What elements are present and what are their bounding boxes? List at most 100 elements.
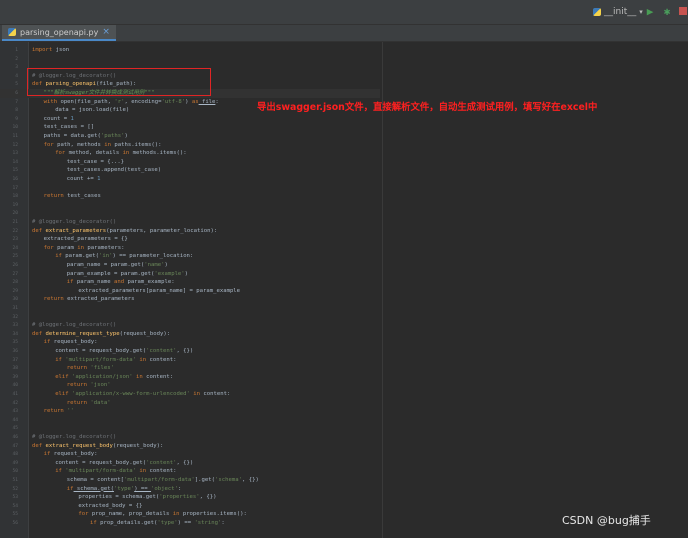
- code-token: prop_details.get(: [96, 520, 158, 526]
- code-token: extracted_body = {}: [78, 502, 143, 509]
- code-token: extract_request_body: [42, 442, 113, 449]
- code-token: def: [32, 227, 43, 234]
- code-token: 'paths': [100, 133, 125, 139]
- code-token: 'utf-8': [161, 98, 186, 105]
- code-editor[interactable]: 1 import json 2 3 4 # @logger.log_decorator()…: [0, 42, 688, 538]
- code-token: content:: [142, 373, 174, 380]
- code-token: 'multipart/form-data': [124, 477, 195, 483]
- code-token: in: [132, 373, 143, 380]
- code-token: test_cases = []: [43, 124, 95, 131]
- annotation-text: 导出swagger.json文件，直接解析文件，自动生成测试用例，填写好在exc…: [257, 102, 598, 113]
- code-token: extracted_parameters[param_name] = param…: [78, 287, 241, 294]
- tab-file-name: parsing_openapi.py: [20, 27, 99, 37]
- code-token: count +=: [66, 176, 98, 182]
- code-token: extracted_parameters = {}: [43, 236, 128, 243]
- code-token: path, methods: [53, 141, 105, 148]
- code-token: param.get(: [61, 253, 99, 260]
- highlight-box: [27, 68, 211, 96]
- code-token: 'multipart/form-data': [61, 468, 137, 475]
- code-token: if: [55, 253, 62, 260]
- code-token: 'example': [154, 270, 185, 277]
- code-token: 'schema': [215, 477, 242, 483]
- code-token: 'object': [151, 485, 178, 492]
- code-token: return: [43, 408, 64, 415]
- code-token: :: [221, 520, 225, 526]
- right-margin-guide: [382, 42, 383, 538]
- code-token: methods.items():: [129, 150, 187, 157]
- code-token: return: [66, 382, 88, 389]
- code-token: for: [43, 244, 54, 251]
- code-token: extracted_parameters: [63, 296, 135, 303]
- code-token: ].get(: [194, 477, 216, 483]
- code-token: for: [78, 511, 89, 518]
- editor-tab-bar: parsing_openapi.py ×: [0, 25, 688, 42]
- code-token: # @logger.log_decorator(): [32, 219, 117, 225]
- code-token: param_example = param.get(: [66, 270, 155, 277]
- code-token: def: [32, 442, 43, 449]
- code-token: 'r': [114, 98, 125, 105]
- code-token: schema = content[: [66, 477, 125, 483]
- code-token: method, details: [65, 150, 123, 157]
- run-configuration-selector[interactable]: __init__ ▾: [593, 5, 643, 19]
- code-line[interactable]: 56 if prop_details.get('type') == 'string…: [0, 519, 380, 528]
- code-token: in: [136, 468, 147, 475]
- debug-icon[interactable]: ✱: [660, 5, 674, 19]
- code-token: (parameters, parameter_location):: [106, 227, 218, 234]
- code-token: if: [66, 279, 74, 286]
- code-token: , {}): [176, 459, 194, 466]
- code-token: 1: [97, 176, 101, 182]
- code-token: ) ==: [177, 520, 195, 526]
- code-token: if: [55, 356, 62, 363]
- code-token: , {}): [176, 348, 194, 354]
- run-config-label: __init__: [604, 7, 637, 17]
- stop-icon[interactable]: [676, 5, 688, 19]
- code-token: 'content': [146, 348, 177, 354]
- code-token: return: [43, 193, 64, 200]
- code-token: open(file_path,: [57, 98, 115, 105]
- code-token: 'json': [87, 382, 111, 389]
- code-token: ): [124, 133, 128, 139]
- code-token: with: [43, 98, 58, 105]
- code-token: import: [32, 47, 53, 53]
- code-token: determine_request_type: [42, 330, 120, 337]
- code-token: content = request_body.get(: [55, 348, 147, 354]
- code-token: param: [53, 244, 78, 251]
- code-token: , {}): [199, 494, 217, 501]
- toolbar: __init__ ▾ ▶ ✱: [0, 0, 688, 25]
- code-token: 'name': [144, 262, 165, 268]
- code-token: content = request_body.get(: [55, 459, 147, 466]
- code-token: return: [66, 399, 88, 406]
- code-token: ) == parameter_location:: [112, 253, 194, 260]
- code-token: def: [32, 330, 43, 337]
- code-token: param_example:: [124, 279, 175, 286]
- code-token: :: [177, 485, 182, 492]
- code-token: 'application/json': [68, 373, 133, 380]
- line-number: 56: [12, 521, 18, 526]
- code-token: if: [90, 520, 97, 526]
- code-token: 'multipart/form-data': [61, 356, 137, 363]
- code-token: prop_name, prop_details: [88, 511, 173, 518]
- code-token: paths = data.get(: [43, 133, 101, 139]
- code-token: 'application/x-www-form-urlencoded': [68, 391, 190, 397]
- code-token: ): [184, 270, 189, 277]
- run-icon[interactable]: ▶: [643, 5, 657, 19]
- code-token: count =: [43, 115, 71, 122]
- code-token: '': [63, 408, 74, 415]
- code-token: paths.items():: [110, 141, 162, 148]
- code-token: # @logger.log_decorator(): [32, 434, 117, 440]
- code-token: 'properties': [159, 494, 200, 501]
- code-token: content:: [146, 356, 177, 363]
- code-token: 'in': [98, 253, 113, 260]
- code-token: json: [52, 47, 70, 53]
- tab-parsing-openapi[interactable]: parsing_openapi.py ×: [2, 25, 116, 41]
- code-token: request_body:: [50, 451, 98, 458]
- code-token: schema.get(: [73, 485, 114, 492]
- code-token: ) ==: [134, 485, 152, 492]
- code-token: # @logger.log_decorator(): [32, 322, 117, 329]
- code-token: test_case = {...}: [66, 158, 125, 165]
- code-token: parameters:: [84, 244, 125, 251]
- close-icon[interactable]: ×: [102, 27, 110, 37]
- code-token: content:: [200, 391, 231, 397]
- code-token: (request_body):: [112, 442, 164, 449]
- code-token: elif: [55, 373, 69, 380]
